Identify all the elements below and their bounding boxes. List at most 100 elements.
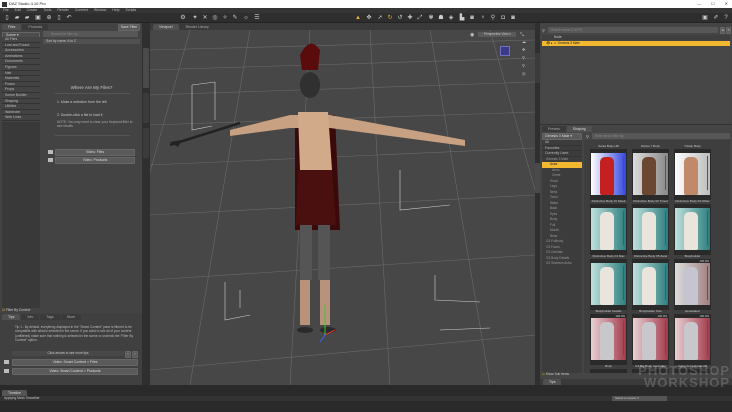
- view-dropdown[interactable]: Perspective View ▾: [478, 32, 516, 37]
- lesson-icon[interactable]: ✐: [713, 15, 719, 21]
- minimize-button[interactable]: —: [697, 0, 701, 8]
- filter-by-context-checkbox[interactable]: ☑ Filter By Context: [2, 308, 30, 312]
- tab-files[interactable]: Files: [2, 24, 22, 30]
- tab-shaping[interactable]: Shaping: [566, 126, 592, 132]
- close-button[interactable]: ✕: [725, 0, 728, 8]
- list-icon[interactable]: ☰: [254, 15, 260, 21]
- merge-icon[interactable]: ▰: [24, 15, 30, 21]
- viewport-pane[interactable]: Viewport Render Library ◉ Perspective Vi…: [150, 23, 535, 385]
- scale-icon[interactable]: ⤢: [417, 15, 423, 21]
- visibility-eye-icon[interactable]: 👁: [546, 41, 550, 45]
- geometry-icon[interactable]: ⚲: [490, 15, 496, 21]
- undo-icon[interactable]: ↶: [66, 15, 72, 21]
- video-smart-content-products-button[interactable]: Video: Smart Content > Products: [12, 368, 138, 375]
- shaping-item[interactable]: Bodybuilder Details 100.0%: [590, 309, 627, 365]
- video-products-button[interactable]: Video: Products: [55, 157, 135, 164]
- render-icon[interactable]: ✦: [192, 15, 198, 21]
- scene-option-button[interactable]: ◂: [720, 27, 725, 34]
- figure-icon[interactable]: ☗: [438, 15, 444, 21]
- side-tab-smart-content[interactable]: [143, 48, 149, 88]
- scene-node-row[interactable]: 👁 ▸ ☺ Genesis 3 Male: [542, 41, 730, 46]
- morph-slider[interactable]: [707, 321, 708, 355]
- shaping-item[interactable]: Distinctive Body 04 Max: [590, 254, 627, 310]
- export-icon[interactable]: ▯: [56, 15, 62, 21]
- lesson-dropdown[interactable]: Select a Lesson ▾: [612, 396, 667, 401]
- show-sub-items-checkbox[interactable]: ☑ Show Sub Items: [542, 372, 569, 376]
- morph-slider[interactable]: [665, 156, 666, 190]
- pin-icon[interactable]: ♆: [480, 15, 486, 21]
- save-filter-button[interactable]: Save Filter: [118, 24, 140, 31]
- side-tab-render-settings[interactable]: [143, 128, 149, 158]
- new-file-icon[interactable]: ▯: [4, 15, 10, 21]
- help-icon[interactable]: ?: [723, 15, 729, 21]
- morph-slider[interactable]: [707, 211, 708, 245]
- maximize-button[interactable]: ☐: [711, 0, 715, 8]
- morph-slider[interactable]: [665, 266, 666, 300]
- save-icon[interactable]: ▣: [35, 15, 41, 21]
- search-input[interactable]: Search for files by...: [43, 31, 138, 37]
- side-tab-draw-settings[interactable]: [143, 93, 149, 123]
- spot-render-icon[interactable]: ◎: [212, 15, 218, 21]
- joint-editor-icon[interactable]: ✾: [428, 15, 434, 21]
- tab-presets[interactable]: Presets: [542, 126, 566, 132]
- morph-slider[interactable]: [707, 266, 708, 300]
- brush-icon[interactable]: ▙: [459, 15, 465, 21]
- shaping-filter-input[interactable]: Enter text to filter by...: [592, 133, 730, 139]
- shaping-item[interactable]: Distinctive Body 01 Sleek: [590, 199, 627, 255]
- shaping-item[interactable]: Tristan Body: [674, 144, 711, 200]
- node-icon[interactable]: ◘: [500, 15, 506, 21]
- morph-slider[interactable]: [623, 321, 624, 355]
- camera-tool-icon[interactable]: ✎: [232, 15, 238, 21]
- sort-dropdown[interactable]: Sort by name: A to Z: [43, 39, 140, 44]
- tab-store[interactable]: Store: [60, 314, 82, 320]
- rotate-tool-icon[interactable]: ↻: [387, 15, 393, 21]
- morph-slider[interactable]: [623, 211, 624, 245]
- morph-slider[interactable]: [665, 211, 666, 245]
- zoom-icon[interactable]: ⚲: [522, 55, 525, 60]
- scene-tool-icon[interactable]: ▲: [355, 15, 361, 21]
- iray-icon[interactable]: ✕: [202, 15, 208, 21]
- frame-icon[interactable]: ◎: [522, 71, 526, 76]
- morph-slider[interactable]: [623, 266, 624, 300]
- video-smart-content-files-button[interactable]: Video: Smart Content > Files: [12, 359, 138, 366]
- surface-icon[interactable]: ◈: [448, 15, 454, 21]
- dolly-icon[interactable]: ⚲: [522, 63, 525, 68]
- orbit-icon[interactable]: ☁: [522, 39, 526, 44]
- next-tip-button[interactable]: ›: [132, 351, 138, 358]
- video-files-button[interactable]: Video: Files: [55, 149, 135, 156]
- shaping-item[interactable]: Distinctive Body 02 Toned: [632, 199, 669, 255]
- scene-search-input[interactable]: Search scene (Ctrl+F): [548, 27, 718, 33]
- viewport-menu-icon[interactable]: ⤡: [520, 32, 524, 38]
- tab-products[interactable]: Products: [22, 24, 49, 30]
- splitter[interactable]: [540, 124, 732, 125]
- shaping-item[interactable]: Santa Body HD: [590, 144, 627, 200]
- tab-info[interactable]: Info: [21, 314, 40, 320]
- open-icon[interactable]: ▰: [14, 15, 20, 21]
- camera-icon[interactable]: ◙: [469, 15, 475, 21]
- translate-icon[interactable]: ↺: [397, 15, 403, 21]
- move-icon[interactable]: ✚: [407, 15, 413, 21]
- shaping-item[interactable]: Bodybuilder 100.0%: [674, 254, 711, 310]
- shaping-item[interactable]: Distinctive Body 03 Wider: [674, 199, 711, 255]
- view-cube[interactable]: [500, 46, 510, 56]
- tree-item[interactable]: G3 Skeleton Actor: [542, 261, 582, 267]
- draw-style-icon[interactable]: ◉: [470, 32, 474, 38]
- pan-icon[interactable]: ✥: [522, 47, 525, 52]
- sun-icon[interactable]: ☼: [243, 15, 249, 21]
- figure-dropdown[interactable]: Genesis 3 Male ▾: [542, 133, 582, 140]
- category-item[interactable]: Web Links: [2, 115, 40, 121]
- import-icon[interactable]: ⊕: [46, 15, 52, 21]
- viewport-scene[interactable]: [150, 30, 535, 385]
- tab-tags[interactable]: Tags: [40, 314, 60, 320]
- node-select-icon[interactable]: ➚: [377, 15, 383, 21]
- shaping-item[interactable]: Bodybuilder Size 100.0%: [632, 309, 669, 365]
- render-settings-icon[interactable]: ⚙: [180, 15, 186, 21]
- shaping-item[interactable]: Emaciated 100.0%: [674, 309, 711, 365]
- tab-tips[interactable]: Tips: [2, 314, 21, 320]
- morph-slider[interactable]: [707, 156, 708, 190]
- universal-tool-icon[interactable]: ✥: [366, 15, 372, 21]
- prev-tip-button[interactable]: ‹: [125, 351, 131, 358]
- morph-slider[interactable]: [623, 156, 624, 190]
- shaping-item[interactable]: Distinctive Body 05 Zand: [632, 254, 669, 310]
- capture-icon[interactable]: ◙: [510, 15, 516, 21]
